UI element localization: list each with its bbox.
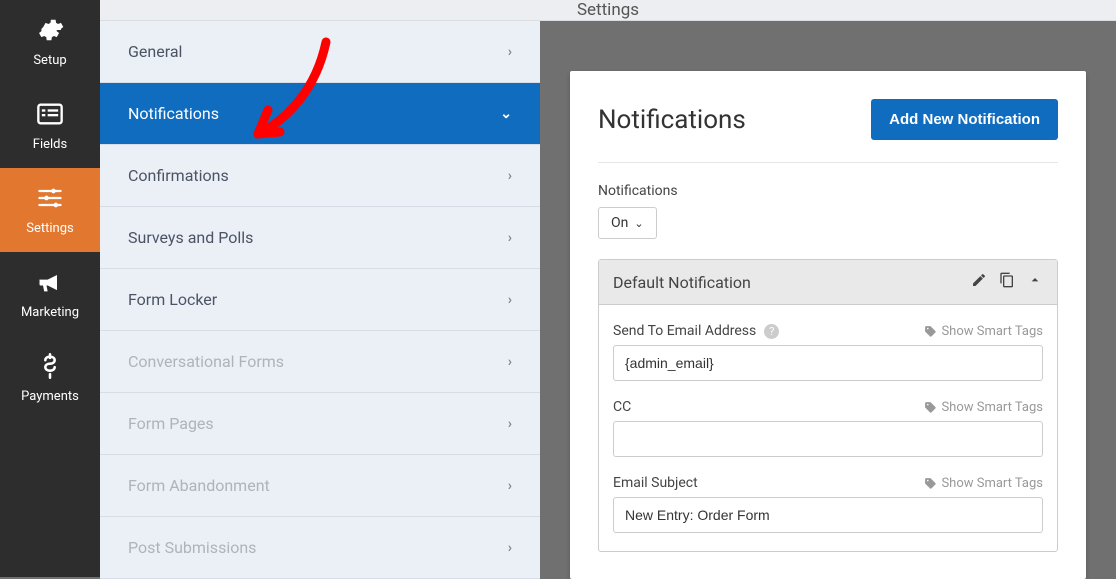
chevron-right-icon: › [508,230,512,246]
notifications-toggle-label: Notifications [598,183,1058,199]
bullhorn-icon [36,268,64,300]
panel-title: Notifications [598,105,746,135]
sidebar-item-label: Payments [21,389,79,404]
sidebar-item-settings[interactable]: Settings [0,168,100,252]
notifications-panel: Notifications Add New Notification Notif… [570,71,1086,579]
add-notification-button[interactable]: Add New Notification [871,99,1058,140]
sliders-icon [36,184,64,216]
sidebar-item-fields[interactable]: Fields [0,84,100,168]
submenu-item-label: Surveys and Polls [128,228,253,247]
submenu-item-confirmations[interactable]: Confirmations › [100,145,540,207]
subject-label: Email Subject [613,475,698,491]
submenu-item-general[interactable]: General › [100,21,540,83]
sidebar: Setup Fields Settings Marketing Payments [0,0,100,577]
settings-submenu: General › Notifications ⌄ Confirmations … [100,21,540,579]
page-title: Settings [577,0,639,20]
submenu-item-label: Form Locker [128,290,217,309]
dollar-icon [36,352,64,384]
list-icon [36,100,64,132]
sidebar-item-marketing[interactable]: Marketing [0,252,100,336]
subject-input[interactable] [613,497,1043,533]
submenu-item-label: Form Abandonment [128,476,270,495]
sendto-label: Send To Email Address [613,323,756,339]
chevron-right-icon: › [508,478,512,494]
chevron-right-icon: › [508,168,512,184]
sidebar-item-label: Settings [26,221,73,236]
notification-card-title: Default Notification [613,273,751,292]
chevron-down-icon: ⌄ [634,217,643,230]
sidebar-item-label: Setup [33,53,66,68]
submenu-item-abandonment[interactable]: Form Abandonment › [100,455,540,517]
submenu-item-postsubmit[interactable]: Post Submissions › [100,517,540,579]
edit-icon[interactable] [971,272,987,292]
sidebar-item-payments[interactable]: Payments [0,336,100,420]
chevron-down-icon: ⌄ [500,106,512,122]
chevron-right-icon: › [508,44,512,60]
submenu-item-label: Notifications [128,104,219,123]
sendto-input[interactable] [613,345,1043,381]
gear-icon [36,16,64,48]
chevron-right-icon: › [508,540,512,556]
submenu-item-formpages[interactable]: Form Pages › [100,393,540,455]
submenu-item-label: General [128,42,182,61]
submenu-item-label: Confirmations [128,166,229,185]
submenu-item-surveys[interactable]: Surveys and Polls › [100,207,540,269]
cc-label: CC [613,399,631,415]
submenu-item-label: Post Submissions [128,538,256,557]
sidebar-item-label: Fields [33,137,67,152]
sidebar-item-label: Marketing [21,305,79,320]
submenu-item-label: Conversational Forms [128,352,284,371]
chevron-right-icon: › [508,292,512,308]
collapse-icon[interactable] [1027,272,1043,292]
page-header: Settings [100,0,1116,21]
smart-tags-toggle[interactable]: Show Smart Tags [924,324,1043,339]
chevron-right-icon: › [508,354,512,370]
chevron-right-icon: › [508,416,512,432]
cc-input[interactable] [613,421,1043,457]
copy-icon[interactable] [999,272,1015,292]
smart-tags-toggle[interactable]: Show Smart Tags [924,476,1043,491]
notification-card: Default Notification Send To Email Addre… [598,259,1058,552]
notifications-toggle-select[interactable]: On ⌄ [598,207,657,239]
smart-tags-toggle[interactable]: Show Smart Tags [924,400,1043,415]
select-value: On [611,215,628,231]
submenu-item-conversational[interactable]: Conversational Forms › [100,331,540,393]
submenu-item-formlocker[interactable]: Form Locker › [100,269,540,331]
submenu-item-notifications[interactable]: Notifications ⌄ [100,83,540,145]
submenu-item-label: Form Pages [128,414,214,433]
sidebar-item-setup[interactable]: Setup [0,0,100,84]
help-icon[interactable]: ? [764,324,779,339]
